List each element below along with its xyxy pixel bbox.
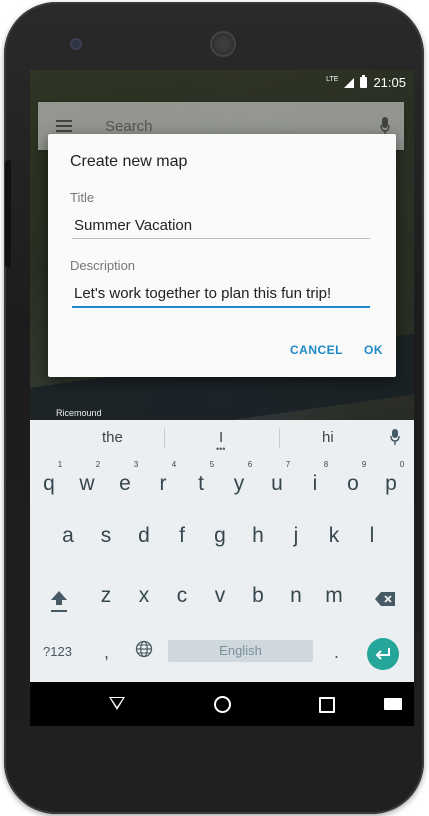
key-hint: 2 (95, 460, 101, 469)
key-hint: 3 (133, 460, 139, 469)
dialog-title: Create new map (70, 153, 188, 170)
key-x[interactable]: x (129, 584, 159, 608)
key-hint: 0 (399, 460, 405, 469)
signal-icon (344, 77, 355, 88)
suggestion-divider (279, 428, 280, 448)
description-field[interactable]: Let's work together to plan this fun tri… (72, 285, 370, 308)
key-i[interactable]: i (300, 472, 330, 496)
key-h[interactable]: h (243, 524, 273, 548)
title-field[interactable]: Summer Vacation (72, 217, 370, 239)
key-q[interactable]: q (34, 472, 64, 496)
key-p[interactable]: p (376, 472, 406, 496)
front-camera (70, 38, 82, 50)
status-bar: LTE 21:05 (30, 70, 414, 96)
clock: 21:05 (373, 75, 406, 90)
key-d[interactable]: d (129, 524, 159, 548)
earpiece-speaker (210, 31, 236, 57)
navigation-bar (30, 682, 414, 726)
key-t[interactable]: t (186, 472, 216, 496)
key-e[interactable]: e (110, 472, 140, 496)
suggestion-strip: the I ••• hi (30, 420, 414, 454)
key-r[interactable]: r (148, 472, 178, 496)
key-hint: 1 (57, 460, 63, 469)
key-row-3: z x c v b n m (30, 576, 414, 626)
voice-input-icon[interactable] (390, 428, 400, 446)
key-hint: 4 (171, 460, 177, 469)
battery-icon (360, 75, 368, 88)
create-map-dialog: Create new map Title Summer Vacation Des… (48, 134, 396, 377)
key-hint: 9 (361, 460, 367, 469)
key-w[interactable]: w (72, 472, 102, 496)
key-k[interactable]: k (319, 524, 349, 548)
keyboard-switch-icon[interactable] (384, 698, 402, 710)
menu-icon[interactable] (56, 120, 72, 132)
key-hint: 6 (247, 460, 253, 469)
shift-icon[interactable] (50, 590, 68, 614)
key-c[interactable]: c (167, 584, 197, 608)
key-row-1: 1 2 3 4 5 6 7 8 9 0 q w e r t y u i o p (30, 458, 414, 508)
key-j[interactable]: j (281, 524, 311, 548)
home-icon[interactable] (214, 696, 231, 713)
key-v[interactable]: v (205, 584, 235, 608)
key-hint: 8 (323, 460, 329, 469)
soft-keyboard: the I ••• hi 1 2 3 4 5 6 7 8 9 0 q w e r… (30, 420, 414, 682)
map-place-label: Ricemound (56, 408, 102, 418)
key-l[interactable]: l (357, 524, 387, 548)
space-key[interactable]: English (168, 640, 313, 662)
power-button (5, 160, 11, 268)
screen: LTE 21:05 Search Ricemound Create new ma… (30, 70, 414, 726)
cancel-button[interactable]: CANCEL (290, 343, 343, 357)
suggestion-item[interactable]: the (102, 429, 123, 446)
key-o[interactable]: o (338, 472, 368, 496)
suggestion-item[interactable]: hi (322, 429, 334, 446)
key-m[interactable]: m (319, 584, 349, 608)
globe-icon[interactable] (135, 640, 153, 658)
key-u[interactable]: u (262, 472, 292, 496)
more-suggestions-icon[interactable]: ••• (216, 444, 225, 454)
key-z[interactable]: z (91, 584, 121, 608)
key-row-2: a s d f g h j k l (30, 520, 414, 570)
key-hint: 7 (285, 460, 291, 469)
network-type: LTE (326, 76, 339, 83)
key-s[interactable]: s (91, 524, 121, 548)
enter-key[interactable] (367, 638, 399, 670)
description-label: Description (70, 258, 136, 273)
back-icon[interactable] (109, 697, 125, 710)
symbols-key[interactable]: ?123 (43, 644, 72, 659)
phone-frame: LTE 21:05 Search Ricemound Create new ma… (4, 2, 424, 814)
key-n[interactable]: n (281, 584, 311, 608)
search-placeholder: Search (105, 118, 153, 135)
key-f[interactable]: f (167, 524, 197, 548)
key-b[interactable]: b (243, 584, 273, 608)
suggestion-divider (164, 428, 165, 448)
comma-key[interactable]: , (104, 642, 109, 663)
backspace-icon[interactable] (374, 591, 396, 607)
key-hint: 5 (209, 460, 215, 469)
key-y[interactable]: y (224, 472, 254, 496)
key-g[interactable]: g (205, 524, 235, 548)
ok-button[interactable]: OK (364, 343, 383, 357)
recents-icon[interactable] (319, 697, 335, 713)
period-key[interactable]: . (334, 642, 339, 663)
enter-icon (375, 648, 390, 660)
title-label: Title (70, 190, 95, 205)
key-a[interactable]: a (53, 524, 83, 548)
